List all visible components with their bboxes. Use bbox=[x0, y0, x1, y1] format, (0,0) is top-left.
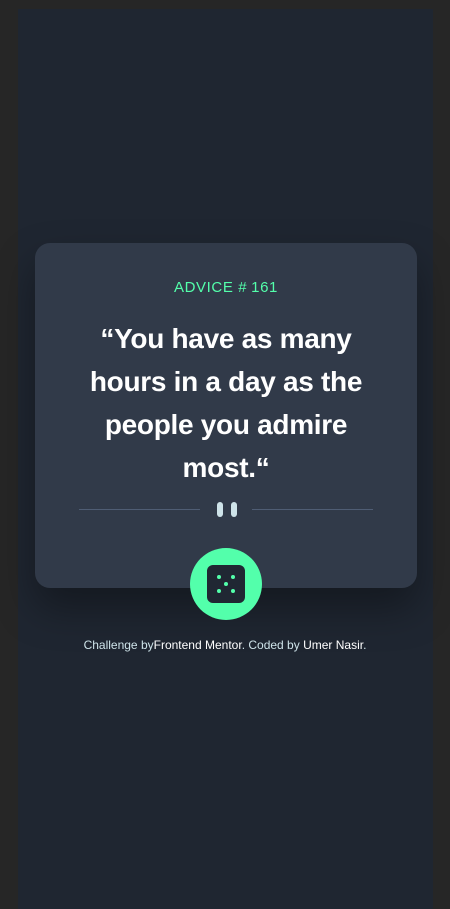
pause-icon bbox=[217, 502, 237, 517]
attribution-coded-by: . Coded by bbox=[241, 638, 304, 652]
advice-number: 161 bbox=[251, 279, 278, 296]
attribution: Challenge byFrontend Mentor. Coded by Um… bbox=[0, 638, 450, 652]
advice-label: ADVICE # bbox=[174, 279, 248, 296]
dice-icon bbox=[207, 565, 245, 603]
author-link[interactable]: Umer Nasir bbox=[303, 638, 363, 652]
new-advice-button[interactable] bbox=[190, 548, 262, 620]
attribution-suffix: . bbox=[363, 638, 367, 652]
advice-card: ADVICE #161 “You have as many hours in a… bbox=[35, 243, 417, 588]
frontend-mentor-link[interactable]: Frontend Mentor bbox=[154, 638, 242, 652]
advice-quote: “You have as many hours in a day as the … bbox=[89, 323, 363, 483]
advice-id: ADVICE #161 bbox=[35, 279, 417, 296]
attribution-prefix: Challenge by bbox=[83, 638, 154, 652]
divider-left bbox=[79, 509, 200, 510]
divider-right bbox=[252, 509, 373, 510]
